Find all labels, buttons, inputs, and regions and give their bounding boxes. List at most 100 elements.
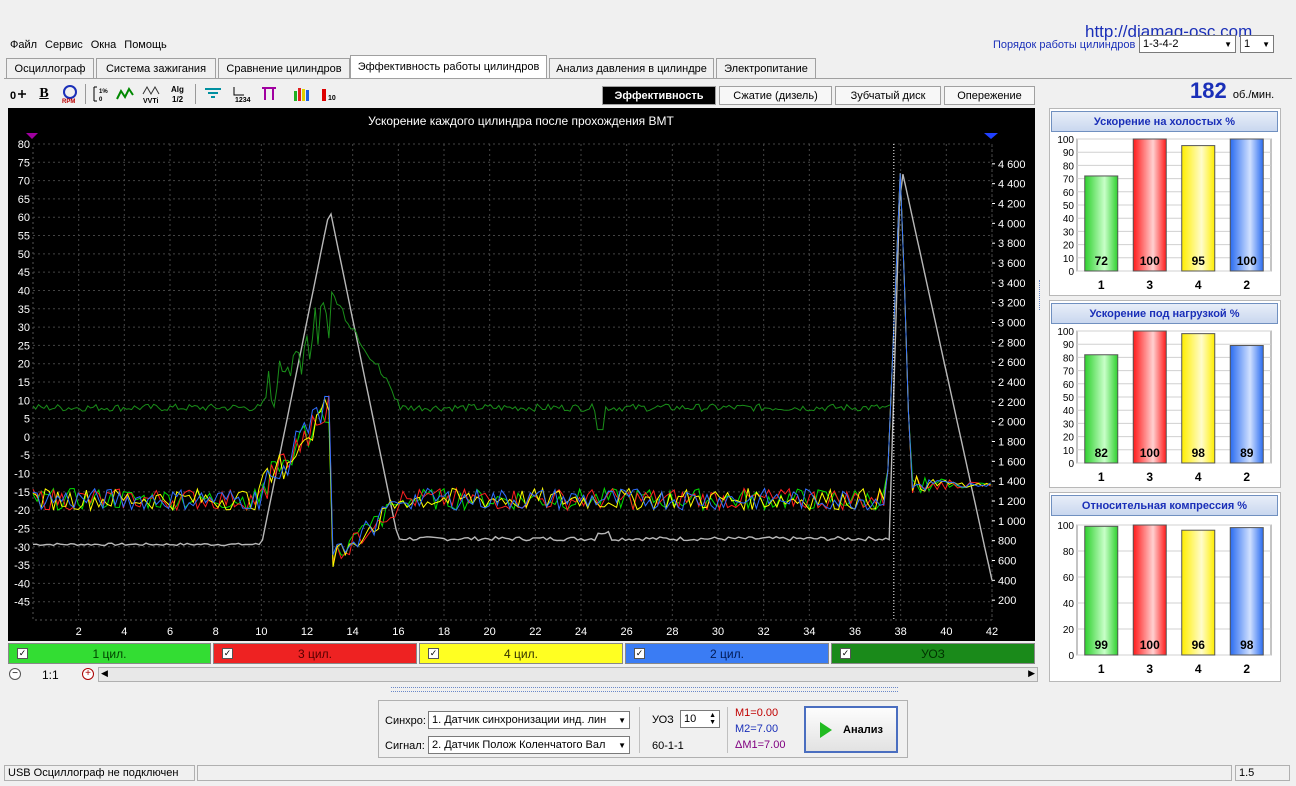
legend-label: 2 цил. (710, 646, 744, 661)
bar-category-label: 3 (1146, 278, 1153, 292)
scroll-left-icon[interactable]: ◀ (101, 668, 108, 679)
analyze-label: Анализ (843, 723, 883, 736)
pointer-icon[interactable]: 0 (8, 84, 28, 104)
x-tick-label: 4 (121, 626, 127, 638)
bar-value-label: 100 (1140, 254, 1160, 268)
right-splitter[interactable] (1039, 280, 1045, 310)
filter-icon[interactable] (203, 84, 223, 104)
y2-tick-label: 1 800 (998, 437, 1026, 449)
subtab-efficiency[interactable]: Эффективность (602, 86, 716, 105)
menu-bar: Файл Сервис Окна Помощь (10, 39, 175, 51)
y-tick-label: 65 (18, 194, 30, 206)
zoom-in-icon[interactable]: + (82, 668, 94, 680)
x-tick-label: 32 (758, 626, 770, 638)
legend-cyl-2[interactable]: ✓ 2 цил. (625, 643, 829, 664)
x-tick-label: 34 (803, 626, 815, 638)
x-tick-label: 20 (484, 626, 496, 638)
numbers-icon[interactable]: 1234 (231, 84, 251, 104)
legend-checkbox[interactable]: ✓ (634, 648, 645, 659)
y-tick-label: -20 (14, 505, 30, 517)
legend-checkbox[interactable]: ✓ (222, 648, 233, 659)
x-tick-label: 6 (167, 626, 173, 638)
legend-checkbox[interactable]: ✓ (428, 648, 439, 659)
sync-select[interactable]: 1. Датчик синхронизации инд. лин ▼ (428, 711, 630, 729)
y-tick-label: 15 (18, 377, 30, 389)
bar-y-tick: 40 (1063, 599, 1075, 610)
marker-m2: M2=7.00 (735, 723, 779, 735)
legend-checkbox[interactable]: ✓ (840, 648, 851, 659)
legend-cyl-1[interactable]: ✓ 1 цил. (8, 643, 211, 664)
signal-select[interactable]: 2. Датчик Полож Коленчатого Вал ▼ (428, 736, 630, 754)
wave-icon[interactable] (116, 84, 136, 104)
x-tick-label: 10 (255, 626, 267, 638)
legend-cyl-4[interactable]: ✓ 4 цил. (419, 643, 623, 664)
bar-category-label: 4 (1195, 662, 1202, 676)
firing-order-label: Порядок работы цилиндров (993, 39, 1136, 51)
analyze-button[interactable]: Анализ (804, 706, 898, 753)
menu-file[interactable]: Файл (10, 39, 37, 51)
y2-tick-label: 4 200 (998, 199, 1026, 211)
tab-cylinder-compare[interactable]: Сравнение цилиндров (218, 58, 350, 78)
scale-icon[interactable]: 1% 0 (90, 84, 110, 104)
bar-category-label: 3 (1146, 470, 1153, 484)
vvti-icon[interactable]: VVTi (142, 84, 162, 104)
bar-cyl-4 (1181, 333, 1216, 464)
legend-checkbox[interactable]: ✓ (17, 648, 28, 659)
subtab-diesel-compression[interactable]: Сжатие (дизель) (719, 86, 832, 105)
bar-category-label: 1 (1098, 662, 1105, 676)
bar-category-label: 4 (1195, 470, 1202, 484)
bar-value-label: 82 (1095, 446, 1109, 460)
uoz-spinner[interactable]: 10 ▲ ▼ (680, 710, 720, 728)
bars-icon[interactable] (292, 84, 312, 104)
rpm-icon[interactable]: RPM (60, 84, 80, 104)
y2-tick-label: 3 600 (998, 258, 1026, 270)
scroll-right-icon[interactable]: ▶ (1028, 668, 1035, 679)
horizontal-scrollbar[interactable]: ◀ ▶ (98, 667, 1038, 682)
splitter-handle[interactable] (391, 687, 898, 692)
marker-icon[interactable] (259, 84, 279, 104)
tab-oscilloscope[interactable]: Осциллограф (6, 58, 94, 78)
y2-tick-label: 4 600 (998, 159, 1026, 171)
marker-m1: M1=0.00 (735, 707, 779, 719)
subtab-advance[interactable]: Опережение (944, 86, 1035, 105)
y2-tick-label: 2 600 (998, 357, 1026, 369)
bar-category-label: 3 (1146, 662, 1153, 676)
x-tick-label: 16 (392, 626, 404, 638)
bar-category-label: 4 (1195, 278, 1202, 292)
bold-b-icon[interactable]: B (34, 84, 54, 104)
x-tick-label: 18 (438, 626, 450, 638)
bar-y-tick: 0 (1068, 651, 1074, 662)
svg-text:0: 0 (99, 97, 103, 103)
bar-y-tick: 50 (1063, 393, 1075, 404)
firing-order-select[interactable]: 1-3-4-2 ▼ (1139, 35, 1236, 53)
cylinder-trace (32, 173, 991, 567)
bar-y-tick: 60 (1063, 188, 1075, 199)
uoz-value: 10 (684, 713, 697, 725)
y2-tick-label: 1 400 (998, 476, 1026, 488)
efficiency-plot[interactable]: Ускорение каждого цилиндра после прохожд… (8, 108, 1035, 641)
legend-cyl-3[interactable]: ✓ 3 цил. (213, 643, 417, 664)
tab-cylinder-efficiency[interactable]: Эффективность работы цилиндров (350, 55, 547, 78)
tab-ignition[interactable]: Система зажигания (96, 58, 216, 78)
y2-tick-label: 3 400 (998, 278, 1026, 290)
tab-power[interactable]: Электропитание (716, 58, 816, 78)
right-marker-icon[interactable] (984, 133, 998, 139)
menu-help[interactable]: Помощь (124, 39, 167, 51)
bar-value-label: 98 (1192, 446, 1206, 460)
subtab-toothed-disk[interactable]: Зубчатый диск (835, 86, 941, 105)
rpm-readout: 182 об./мин. (1190, 78, 1274, 104)
bar-cyl-4 (1181, 529, 1216, 656)
tab-pressure-analysis[interactable]: Анализ давления в цилиндре (549, 58, 714, 78)
spinner-arrows-icon[interactable]: ▲ ▼ (709, 712, 716, 726)
cylinder-trace (32, 173, 991, 555)
bar-y-tick: 70 (1063, 367, 1075, 378)
menu-service[interactable]: Сервис (45, 39, 83, 51)
menu-windows[interactable]: Окна (91, 39, 117, 51)
legend-uoz[interactable]: ✓ УОЗ (831, 643, 1035, 664)
teeth-config: 60-1-1 (652, 740, 684, 752)
zoom-out-icon[interactable]: − (9, 668, 21, 680)
scale10-icon[interactable]: 10 (320, 84, 340, 104)
cylinder-select[interactable]: 1 ▼ (1240, 35, 1274, 53)
y2-tick-label: 800 (998, 536, 1016, 548)
alg-icon[interactable]: Alg 1/2 (170, 84, 190, 104)
